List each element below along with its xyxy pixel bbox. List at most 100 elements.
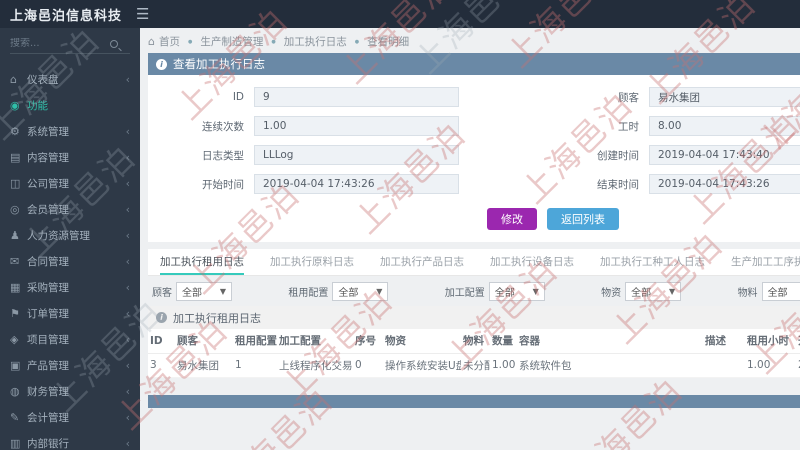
table-header-row: ID 顾客 租用配置 加工配置 序号 物资 物料 数量 容器 描述 租用小时 开… [148, 329, 800, 354]
modify-button[interactable]: 修改 [487, 208, 537, 230]
chevron-down-icon: ▼ [669, 286, 676, 296]
tab-product-log[interactable]: 加工执行产品日志 [380, 249, 464, 275]
sidebar-item-label: 财务管理 [27, 385, 69, 398]
sidebar-item-procurement[interactable]: ▦ 采购管理 [0, 274, 140, 300]
breadcrumb-production[interactable]: 生产制造管理 [180, 34, 263, 49]
id-field[interactable]: 9 [254, 87, 459, 107]
products-icon: ▣ [10, 358, 21, 372]
sidebar-item-functions[interactable]: ◉ 功能 [0, 92, 140, 118]
customer-value: 易水集团 [658, 91, 700, 104]
tab-worker-log[interactable]: 加工执行工种工人日志 [600, 249, 705, 275]
topbar: 上海邑泊信息科技 ☰ [0, 0, 800, 28]
sidebar-item-internal-bank[interactable]: ▥ 内部银行 [0, 430, 140, 450]
col-start-time: 开始时间 [796, 329, 800, 354]
company-icon: ◫ [10, 176, 21, 190]
filter-goods-label: 物资 [601, 287, 622, 299]
sidebar-item-members[interactable]: ◎ 会员管理 [0, 196, 140, 222]
detail-panel-title: 查看加工执行日志 [173, 57, 265, 71]
cell-id: 3 [148, 353, 175, 378]
procurement-icon: ▦ [10, 280, 21, 294]
home-icon: ⌂ [148, 34, 155, 48]
cell-material: 未分配 [461, 353, 490, 378]
filter-material-label: 物料 [737, 287, 758, 299]
sidebar-item-projects[interactable]: ◈ 项目管理 [0, 326, 140, 352]
hours-field[interactable]: 8.00 [649, 116, 800, 136]
cell-start-time: 2019-04-04 17:43:26 [796, 353, 800, 378]
filter-value: 全部 [631, 287, 652, 299]
breadcrumb-execution-log[interactable]: 加工执行日志 [263, 34, 347, 49]
filter-material-select[interactable]: 全部▼ [761, 281, 800, 301]
orders-icon: ⚑ [10, 306, 20, 320]
next-panel-header [148, 394, 800, 408]
list-icon: i [156, 312, 167, 323]
chevron-down-icon: ▼ [532, 286, 539, 296]
table-panel-header: i 加工执行租用日志 [148, 306, 800, 329]
filter-goods-select[interactable]: 全部 ▼ [625, 281, 682, 301]
breadcrumb-home[interactable]: 首页 [159, 34, 180, 49]
tab-process-log[interactable]: 生产加工工序执行日志 [731, 249, 800, 275]
sidebar-item-accounting[interactable]: ✎ 会计管理 [0, 404, 140, 430]
search-icon[interactable] [110, 39, 118, 48]
cell-customer: 易水集团 [175, 353, 233, 378]
main-content: ⌂ 首页 生产制造管理 加工执行日志 查看明细 i 查看加工执行日志 ID 9 顾… [140, 28, 800, 450]
customer-select[interactable]: 易水集团▼ [649, 87, 800, 107]
tab-material-log[interactable]: 加工执行原料日志 [270, 249, 354, 275]
cell-seq: 0 [353, 353, 383, 378]
chevron-down-icon: ▼ [376, 286, 383, 296]
customer-label: 顾客 [618, 91, 639, 104]
home-icon: ⌂ [10, 72, 17, 86]
col-seq: 序号 [353, 329, 383, 354]
sidebar-item-finance[interactable]: ◍ 财务管理 [0, 378, 140, 404]
finance-icon: ◍ [10, 384, 20, 398]
cell-rental-config: 1 [233, 353, 277, 378]
start-time-field[interactable]: 2019-04-04 17:43:26 [254, 174, 459, 194]
col-process-config: 加工配置 [277, 329, 353, 354]
filter-process-config-select[interactable]: 全部 ▼ [488, 281, 545, 301]
filter-value: 全部 [338, 287, 359, 299]
back-to-list-button[interactable]: 返回列表 [547, 208, 619, 230]
end-time-field[interactable]: 2019-04-04 17:43:26 [649, 174, 800, 194]
table-wrapper: ID 顾客 租用配置 加工配置 序号 物资 物料 数量 容器 描述 租用小时 开… [148, 329, 800, 378]
rental-log-table-panel: i 加工执行租用日志 ID 顾客 租用配置 加工配置 序号 物资 物料 数量 容… [148, 306, 800, 378]
end-time-label: 结束时间 [597, 178, 639, 191]
times-field[interactable]: 1.00 [254, 116, 459, 136]
filter-rental-config-select[interactable]: 全部 ▼ [332, 281, 389, 301]
col-container: 容器 [517, 329, 703, 354]
rental-log-table: ID 顾客 租用配置 加工配置 序号 物资 物料 数量 容器 描述 租用小时 开… [148, 329, 800, 378]
accounting-icon: ✎ [10, 410, 20, 424]
sidebar-item-contract[interactable]: ✉ 合同管理 [0, 248, 140, 274]
sidebar-item-system[interactable]: ⚙ 系统管理 [0, 118, 140, 144]
sidebar-item-orders[interactable]: ⚑ 订单管理 [0, 300, 140, 326]
hamburger-menu-icon[interactable]: ☰ [136, 5, 149, 23]
filter-customer-select[interactable]: 全部 ▼ [176, 281, 232, 301]
contract-icon: ✉ [10, 254, 20, 268]
cell-goods: 操作系统安装U盘 [383, 353, 461, 378]
sidebar-item-products[interactable]: ▣ 产品管理 [0, 352, 140, 378]
sidebar-item-label: 产品管理 [27, 359, 69, 372]
times-label: 连续次数 [202, 120, 244, 133]
filter-bar: 顾客全部▼ 租用配置全部▼ 加工配置全部▼ 物资全部▼ 物料全部▼ 容器全部▼ [148, 276, 800, 306]
sidebar-item-hr[interactable]: ♟ 人力资源管理 [0, 222, 140, 248]
log-type-field[interactable]: LLLog [254, 145, 459, 165]
col-rental-config: 租用配置 [233, 329, 277, 354]
tab-equipment-log[interactable]: 加工执行设备日志 [490, 249, 574, 275]
sidebar-item-content[interactable]: ▤ 内容管理 [0, 144, 140, 170]
search-input[interactable] [10, 38, 110, 49]
sidebar-item-dashboard[interactable]: ⌂ 仪表盘 [0, 66, 140, 92]
cell-process-config: 上线程序化交易 [277, 353, 353, 378]
breadcrumb: ⌂ 首页 生产制造管理 加工执行日志 查看明细 [148, 32, 800, 50]
cell-container: 系统软件包 [517, 353, 703, 378]
filter-process-config-label: 加工配置 [444, 287, 485, 299]
bank-icon: ▥ [10, 436, 21, 450]
detail-tabs: 加工执行租用日志 加工执行原料日志 加工执行产品日志 加工执行设备日志 加工执行… [148, 249, 800, 276]
sidebar-item-label: 采购管理 [27, 281, 69, 294]
log-type-label: 日志类型 [202, 149, 244, 162]
tab-rental-log[interactable]: 加工执行租用日志 [160, 249, 244, 275]
layout: ⌂ 仪表盘 ◉ 功能 ⚙ 系统管理 ▤ 内容管理 ◫ 公司管理 ◎ 会员管理 ♟ 人力资源管理… [0, 28, 800, 450]
filter-value: 全部 [182, 287, 202, 299]
filter-customer-label: 顾客 [152, 287, 172, 299]
sidebar-item-company[interactable]: ◫ 公司管理 [0, 170, 140, 196]
created-time-field[interactable]: 2019-04-04 17:43:40 [649, 145, 800, 165]
cell-quantity: 1.00 [490, 353, 517, 378]
sidebar-item-label: 会计管理 [27, 411, 69, 424]
